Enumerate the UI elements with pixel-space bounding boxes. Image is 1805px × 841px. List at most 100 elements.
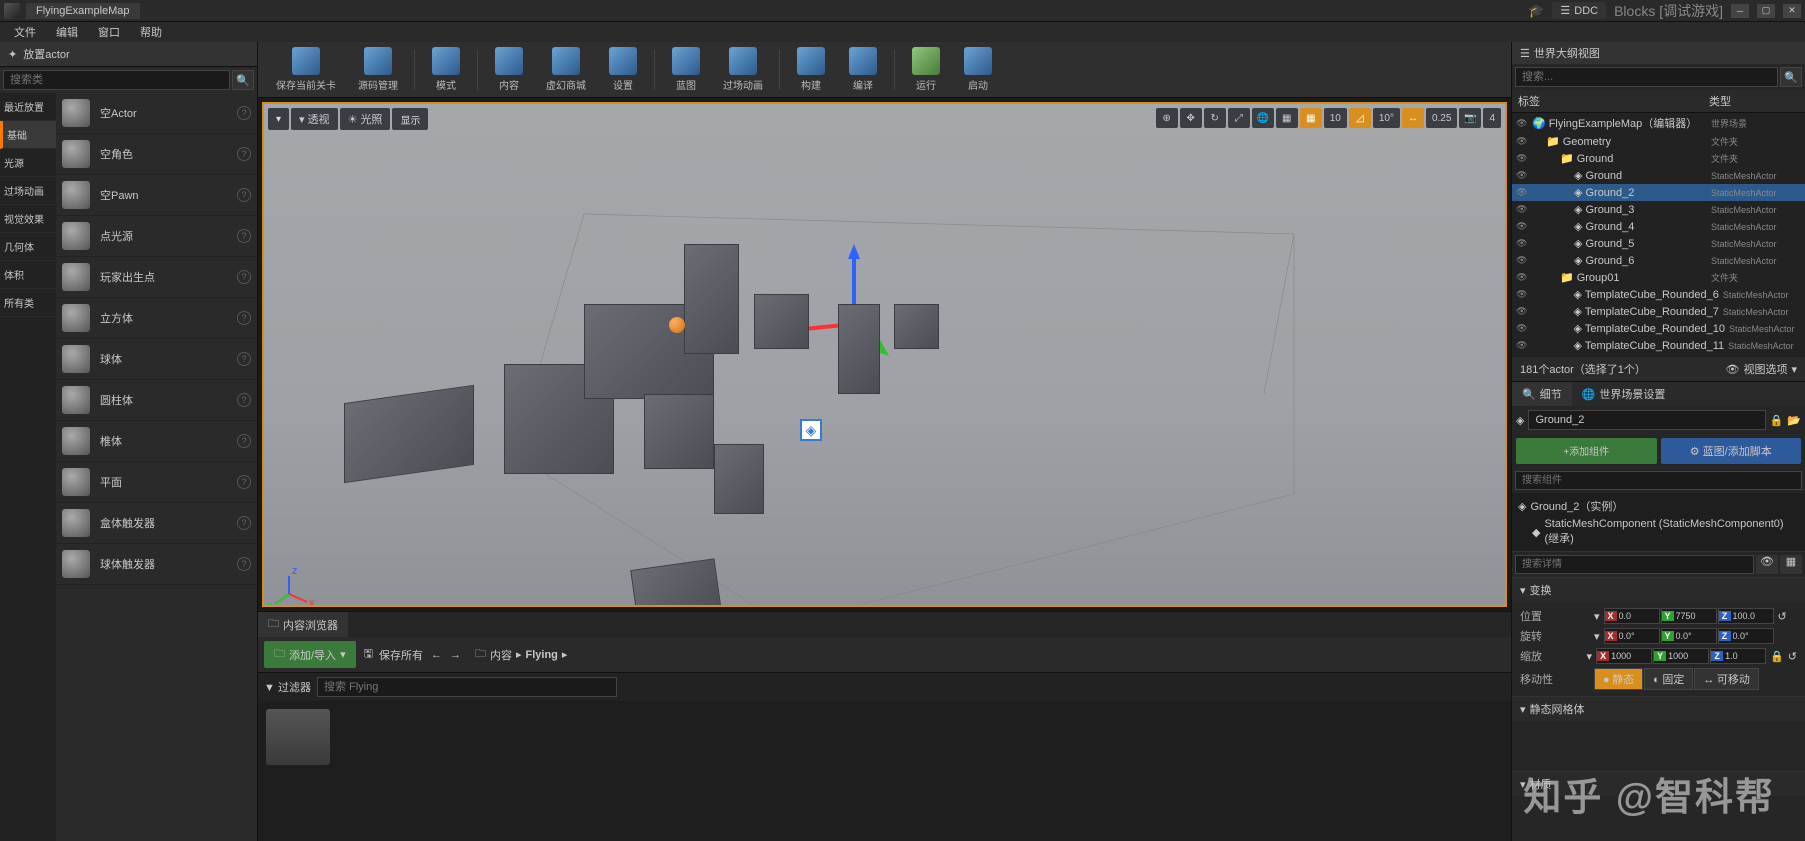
visibility-icon[interactable]: 👁 (1516, 153, 1528, 164)
outliner-header[interactable]: ☰ 世界大纲视图 (1512, 42, 1805, 64)
outliner-row[interactable]: 👁◈Ground_2StaticMeshActor (1512, 184, 1805, 201)
info-icon[interactable]: ? (237, 270, 251, 284)
component-root[interactable]: ◈Ground_2（实例） (1518, 496, 1799, 516)
visibility-icon[interactable]: 👁 (1516, 170, 1528, 181)
component-static-mesh[interactable]: ◆StaticMeshComponent (StaticMeshComponen… (1518, 516, 1799, 548)
close-button[interactable]: ✕ (1783, 4, 1801, 18)
cat-volumes[interactable]: 体积 (0, 261, 56, 289)
toolbar-启动[interactable]: 启动 (953, 43, 1003, 96)
toolbar-设置[interactable]: 设置 (598, 43, 648, 96)
info-icon[interactable]: ? (237, 106, 251, 120)
place-item[interactable]: 球体触发器? (56, 544, 257, 585)
toolbar-构建[interactable]: 构建 (786, 43, 836, 96)
save-all-button[interactable]: 🖫保存所有 (364, 645, 423, 664)
toolbar-编译[interactable]: 编译 (838, 43, 888, 96)
search-icon[interactable]: 🔍 (1780, 67, 1802, 87)
outliner-row[interactable]: 👁◈GroundStaticMeshActor (1512, 167, 1805, 184)
visibility-icon[interactable]: 👁 (1516, 221, 1528, 232)
info-icon[interactable]: ? (237, 188, 251, 202)
place-item[interactable]: 椎体? (56, 421, 257, 462)
nav-back-icon[interactable]: ← (431, 649, 442, 661)
outliner-row[interactable]: 👁◈Ground_6StaticMeshActor (1512, 252, 1805, 269)
visibility-icon[interactable]: 👁 (1516, 136, 1528, 147)
place-item[interactable]: 圆柱体? (56, 380, 257, 421)
place-item[interactable]: 点光源? (56, 216, 257, 257)
viewport[interactable]: ▾ ▾透视 ☀光照 显示 ⊕ ✥ ↻ ⤢ 🌐 ▦ ▦ 10 ◿ 10° ↔ (262, 102, 1507, 607)
visibility-icon[interactable]: 👁 (1516, 306, 1527, 317)
toolbar-源码管理[interactable]: 源码管理 (348, 43, 408, 96)
info-icon[interactable]: ? (237, 147, 251, 161)
visibility-icon[interactable]: 👁 (1516, 204, 1528, 215)
place-item[interactable]: 立方体? (56, 298, 257, 339)
visibility-icon[interactable]: 👁 (1516, 272, 1528, 283)
menu-file[interactable]: 文件 (6, 22, 44, 42)
tab-details[interactable]: 🔍细节 (1512, 382, 1572, 406)
visibility-icon[interactable]: 👁 (1516, 289, 1527, 300)
toolbar-虚幻商城[interactable]: 虚幻商城 (536, 43, 596, 96)
toolbar-模式[interactable]: 模式 (421, 43, 471, 96)
info-icon[interactable]: ? (237, 557, 251, 571)
mobility-stationary[interactable]: ◐ 固定 (1644, 668, 1693, 690)
visibility-icon[interactable]: 👁 (1516, 340, 1527, 351)
material-section-header[interactable]: ▾材质 (1512, 772, 1805, 796)
toolbar-内容[interactable]: 内容 (484, 43, 534, 96)
menu-edit[interactable]: 编辑 (48, 22, 86, 42)
info-icon[interactable]: ? (237, 311, 251, 325)
cat-geometry[interactable]: 几何体 (0, 233, 56, 261)
search-icon[interactable]: 🔍 (232, 70, 254, 90)
outliner-row[interactable]: 👁◈Ground_3StaticMeshActor (1512, 201, 1805, 218)
reset-icon[interactable]: ↺ (1778, 610, 1787, 623)
transform-section-header[interactable]: ▾变换 (1512, 578, 1805, 602)
mobility-movable[interactable]: ↔ 可移动 (1694, 668, 1759, 690)
place-search-input[interactable] (3, 70, 230, 90)
lock-icon[interactable]: 🔒 (1770, 414, 1784, 427)
grad-cap-icon[interactable]: 🎓 (1528, 3, 1544, 19)
cat-all[interactable]: 所有类 (0, 289, 56, 317)
toolbar-运行[interactable]: 运行 (901, 43, 951, 96)
rotation-z[interactable] (1731, 629, 1773, 643)
view-options-button[interactable]: 👁视图选项▾ (1726, 361, 1798, 377)
place-item[interactable]: 空Actor? (56, 93, 257, 134)
lock-scale-icon[interactable]: 🔒 (1770, 650, 1784, 663)
cat-basic[interactable]: 基础 (0, 121, 56, 149)
col-type[interactable]: 类型 (1709, 93, 1799, 109)
visibility-icon[interactable]: 👁 (1516, 238, 1528, 249)
content-browser-tab[interactable]: 🗀 内容浏览器 (258, 612, 348, 637)
minimize-button[interactable]: ─ (1731, 4, 1749, 18)
add-component-button[interactable]: +添加组件 (1516, 438, 1657, 464)
place-actors-header[interactable]: ✦ 放置actor (0, 42, 257, 67)
cat-visual[interactable]: 视觉效果 (0, 205, 56, 233)
scale-z[interactable] (1723, 649, 1765, 663)
outliner-row[interactable]: 👁◈Ground_5StaticMeshActor (1512, 235, 1805, 252)
info-icon[interactable]: ? (237, 434, 251, 448)
outliner-row[interactable]: 👁◈TemplateCube_Rounded_10StaticMeshActor (1512, 320, 1805, 337)
filter-button[interactable]: ▼ 过滤器 (264, 679, 311, 695)
info-icon[interactable]: ? (237, 229, 251, 243)
breadcrumb[interactable]: 🗀内容▸ Flying▸ (469, 643, 573, 666)
add-import-button[interactable]: 🗀添加/导入▾ (264, 641, 356, 668)
location-y[interactable] (1674, 609, 1716, 623)
maximize-button[interactable]: ▢ (1757, 4, 1775, 18)
reset-icon[interactable]: ↺ (1788, 650, 1797, 663)
place-item[interactable]: 玩家出生点? (56, 257, 257, 298)
toolbar-过场动画[interactable]: 过场动画 (713, 43, 773, 96)
mobility-static[interactable]: ● 静态 (1594, 668, 1643, 690)
static-mesh-section-header[interactable]: ▾静态网格体 (1512, 697, 1805, 721)
outliner-row[interactable]: 👁📁Ground文件夹 (1512, 150, 1805, 167)
info-icon[interactable]: ? (237, 475, 251, 489)
toolbar-保存当前关卡[interactable]: 保存当前关卡 (266, 43, 346, 96)
tab-world-settings[interactable]: 🌐世界场景设置 (1572, 382, 1676, 406)
info-icon[interactable]: ? (237, 352, 251, 366)
scale-y[interactable] (1666, 649, 1708, 663)
details-search-input[interactable] (1515, 555, 1754, 574)
cat-cinematic[interactable]: 过场动画 (0, 177, 56, 205)
outliner-row[interactable]: 👁🌍FlyingExampleMap（编辑器）世界场景 (1512, 113, 1805, 133)
reflection-capture-icon[interactable]: ◈ (800, 419, 822, 441)
outliner-row[interactable]: 👁◈TemplateCube_Rounded_6StaticMeshActor (1512, 286, 1805, 303)
browse-icon[interactable]: 📂 (1787, 414, 1801, 427)
place-item[interactable]: 平面? (56, 462, 257, 503)
map-tab[interactable]: FlyingExampleMap (26, 3, 140, 19)
outliner-search-input[interactable] (1515, 67, 1778, 87)
blueprint-button[interactable]: ⚙ 蓝图/添加脚本 (1661, 438, 1802, 464)
place-item[interactable]: 盒体触发器? (56, 503, 257, 544)
